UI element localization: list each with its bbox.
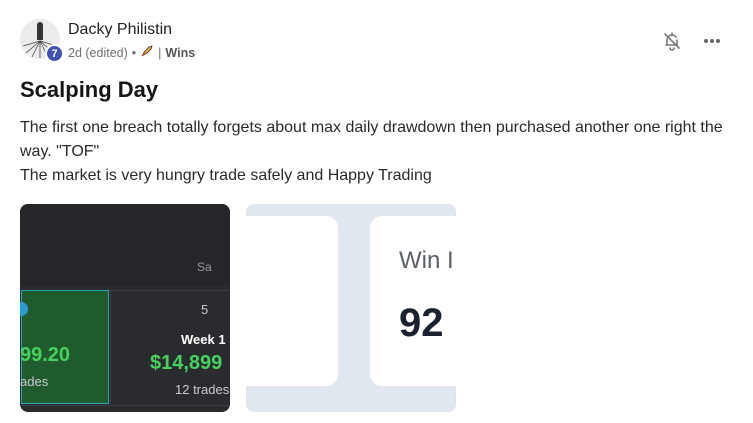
rocket-icon	[140, 44, 154, 61]
calendar-day-number: 5	[201, 302, 209, 317]
calendar-divider	[21, 405, 229, 406]
calendar-week-amount: $14,899	[150, 352, 223, 374]
post-body-line: The market is very hungry trade safely a…	[20, 167, 432, 184]
stat-content: Win I 92	[246, 204, 456, 412]
stat-card	[246, 216, 338, 386]
level-badge: 7	[45, 44, 64, 63]
post-body: The first one breach totally forgets abo…	[20, 116, 735, 188]
post-body-line: The first one breach totally forgets abo…	[20, 119, 723, 160]
calendar-content: Sa 99.20 ades 5 Week 1 $14,899 12 trades	[20, 204, 230, 412]
post-timestamp[interactable]: 2d (edited)	[68, 46, 128, 60]
meta-separator: •	[131, 45, 137, 60]
calendar-week-trades: 12 trades	[175, 382, 230, 397]
calendar-cell-trades: ades	[20, 374, 49, 389]
stat-label: Win I	[399, 247, 454, 274]
calendar-divider	[110, 290, 111, 404]
calendar-week-label: Week 1	[181, 332, 226, 347]
post-title: Scalping Day	[20, 77, 159, 102]
author-name[interactable]: Dacky Philistin	[68, 21, 172, 39]
post-category[interactable]: Wins	[165, 46, 195, 60]
more-horizontal-icon[interactable]	[701, 30, 723, 52]
stat-value: 92	[399, 301, 444, 345]
calendar-cell-amount: 99.20	[20, 344, 71, 366]
category-separator: |	[158, 45, 162, 60]
post-meta: 2d (edited) • | Wins	[68, 44, 195, 61]
bell-off-icon[interactable]	[661, 30, 683, 52]
calendar-day-label: Sa	[197, 260, 212, 274]
